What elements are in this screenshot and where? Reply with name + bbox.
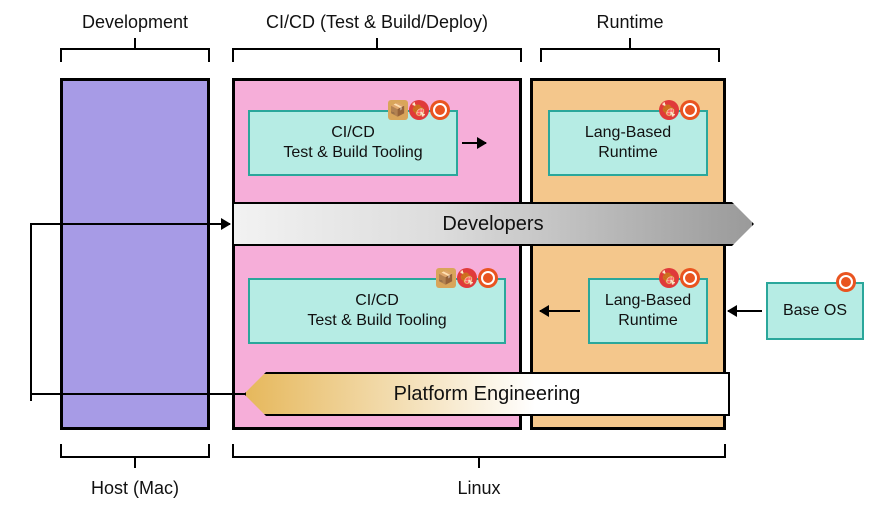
bracket-top-cicd	[232, 48, 522, 62]
box-cicd-tooling-top: 📦 🍖 CI/CD Test & Build Tooling	[248, 110, 458, 176]
box-text: Runtime	[598, 143, 658, 163]
ubuntu-icon	[836, 272, 856, 292]
arrow-baseos-to-runtime	[728, 310, 762, 312]
icons-baseos	[836, 272, 856, 292]
box-text: Lang-Based	[585, 123, 671, 143]
ubuntu-icon	[680, 100, 700, 120]
ubuntu-icon	[430, 100, 450, 120]
box-text: CI/CD	[331, 123, 375, 143]
chevron-label: Developers	[442, 213, 543, 236]
bracket-top-runtime	[540, 48, 720, 62]
arrow-cicd-to-runtime-top	[462, 142, 486, 144]
label-linux: Linux	[232, 478, 726, 499]
meat-icon: 🍖	[659, 100, 679, 120]
chevron-label: Platform Engineering	[394, 383, 581, 406]
ubuntu-icon	[478, 268, 498, 288]
box-text: CI/CD	[355, 291, 399, 311]
meat-icon: 🍖	[409, 100, 429, 120]
bracket-bottom-host	[60, 444, 210, 458]
box-lang-runtime-bottom: 🍖 Lang-Based Runtime	[588, 278, 708, 344]
box-text: Lang-Based	[605, 291, 691, 311]
box-text: Runtime	[618, 311, 678, 331]
box-text: Test & Build Tooling	[283, 143, 422, 163]
chevron-developers: Developers	[232, 202, 754, 246]
icons-top-cicd: 📦 🍖	[388, 100, 450, 120]
box-text: Test & Build Tooling	[307, 311, 446, 331]
icons-bottom-cicd: 📦 🍖	[436, 268, 498, 288]
development-column	[60, 78, 210, 430]
icons-top-runtime: 🍖	[659, 100, 700, 120]
label-cicd: CI/CD (Test & Build/Deploy)	[232, 12, 522, 33]
icons-bottom-runtime: 🍖	[659, 268, 700, 288]
label-runtime: Runtime	[540, 12, 720, 33]
package-icon: 📦	[436, 268, 456, 288]
meat-icon: 🍖	[659, 268, 679, 288]
ubuntu-icon	[680, 268, 700, 288]
label-development: Development	[60, 12, 210, 33]
box-cicd-tooling-bottom: 📦 🍖 CI/CD Test & Build Tooling	[248, 278, 506, 344]
arrow-runtime-to-cicd-bottom	[540, 310, 580, 312]
label-host: Host (Mac)	[60, 478, 210, 499]
package-icon: 📦	[388, 100, 408, 120]
bracket-top-dev	[60, 48, 210, 62]
box-lang-runtime-top: 🍖 Lang-Based Runtime	[548, 110, 708, 176]
bracket-bottom-linux	[232, 444, 726, 458]
box-text: Base OS	[783, 301, 847, 321]
chevron-platform-engineering: Platform Engineering	[244, 372, 730, 416]
meat-icon: 🍖	[457, 268, 477, 288]
box-base-os: Base OS	[766, 282, 864, 340]
